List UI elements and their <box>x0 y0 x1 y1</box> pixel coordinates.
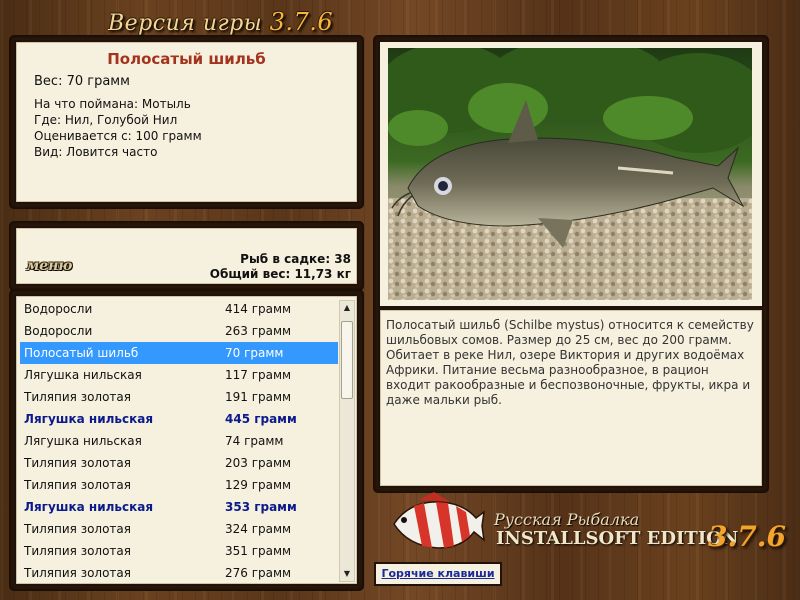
catch-list-row[interactable]: Лягушка нильская 353 грамм <box>20 496 338 518</box>
logo-fish-icon <box>390 490 486 558</box>
fish-value-threshold: Оценивается с: 100 грамм <box>34 129 202 143</box>
scroll-thumb[interactable] <box>341 321 353 399</box>
catch-item-name: Лягушка нильская <box>24 500 154 514</box>
catch-list-row[interactable]: Лягушка нильская 117 грамм <box>20 364 338 386</box>
catch-list-row[interactable]: Тиляпия золотая 191 грамм <box>20 386 338 408</box>
catch-item-weight: 191 грамм <box>225 390 292 404</box>
catch-list-row[interactable]: Тиляпия золотая 203 грамм <box>20 452 338 474</box>
fish-name: Полосатый шильб <box>107 50 266 68</box>
catch-item-weight: 324 грамм <box>225 522 292 536</box>
catch-item-name: Тиляпия золотая <box>24 390 131 404</box>
catch-item-name: Тиляпия золотая <box>24 456 131 470</box>
catch-list-row[interactable]: Тиляпия золотая 324 грамм <box>20 518 338 540</box>
fish-photo <box>388 48 752 300</box>
catch-list: Водоросли 414 грамм Водоросли 263 грамм Поло… <box>14 294 359 586</box>
catch-list-row[interactable]: Лягушка нильская 445 грамм <box>20 408 338 430</box>
fish-description-panel: Полосатый шильб (Schilbe mystus) относит… <box>378 308 764 488</box>
catch-item-name: Тиляпия золотая <box>24 544 131 558</box>
catch-item-weight: 351 грамм <box>225 544 292 558</box>
catch-item-weight: 263 грамм <box>225 324 292 338</box>
catch-list-scrollbar[interactable]: ▲ ▼ <box>339 300 355 582</box>
logo-title: Русская Рыбалка <box>494 510 640 529</box>
catch-list-row[interactable]: Водоросли 414 грамм <box>20 298 338 320</box>
keeper-panel: меню Рыб в садке: 38 Общий вес: 11,73 кг <box>14 226 359 286</box>
catch-item-weight: 129 грамм <box>225 478 292 492</box>
catch-item-weight: 203 грамм <box>225 456 292 470</box>
catch-item-weight: 445 грамм <box>225 412 297 426</box>
catch-item-name: Лягушка нильская <box>24 434 142 448</box>
fish-photo-image <box>388 48 752 300</box>
catch-item-name: Тиляпия золотая <box>24 522 131 536</box>
catch-list-row[interactable]: Тиляпия золотая 129 грамм <box>20 474 338 496</box>
fish-info-panel: Полосатый шильб Вес: 70 грамм На что пой… <box>14 40 359 204</box>
catch-item-weight: 353 грамм <box>225 500 297 514</box>
catch-item-name: Водоросли <box>24 324 93 338</box>
catch-item-weight: 276 грамм <box>225 566 292 580</box>
menu-button[interactable]: меню <box>26 258 86 278</box>
catch-item-weight: 117 грамм <box>225 368 292 382</box>
fish-bait: На что поймана: Мотыль <box>34 97 191 111</box>
fish-weight: Вес: 70 грамм <box>34 74 130 89</box>
scroll-up-icon[interactable]: ▲ <box>340 301 354 315</box>
fish-photo-frame <box>378 40 764 308</box>
catch-list-rows: Водоросли 414 грамм Водоросли 263 грамм Поло… <box>20 298 338 584</box>
catch-item-name: Лягушка нильская <box>24 412 154 426</box>
fish-location: Где: Нил, Голубой Нил <box>34 113 178 127</box>
scroll-down-icon[interactable]: ▼ <box>340 567 354 581</box>
logo-edition: INSTALLSOFT EDITION <box>496 528 739 549</box>
catch-item-name: Лягушка нильская <box>24 368 142 382</box>
catch-list-row[interactable]: Лягушка нильская 74 грамм <box>20 430 338 452</box>
catch-list-row[interactable]: Водоросли 263 грамм <box>20 320 338 342</box>
catch-item-weight: 74 грамм <box>225 434 284 448</box>
catch-item-weight: 414 грамм <box>225 302 292 316</box>
fish-description: Полосатый шильб (Schilbe mystus) относит… <box>386 318 754 407</box>
catch-item-weight: 70 грамм <box>225 346 284 360</box>
hotkeys-button[interactable]: Горячие клавиши <box>374 562 502 586</box>
catch-item-name: Водоросли <box>24 302 93 316</box>
total-weight: Общий вес: 11,73 кг <box>209 267 351 281</box>
fish-count: Рыб в садке: 38 <box>240 252 351 266</box>
version-label: Версия игры <box>108 11 263 36</box>
keeper-stats: Рыб в садке: 38 Общий вес: 11,73 кг <box>210 252 351 282</box>
fish-frequency: Вид: Ловится часто <box>34 145 158 159</box>
catch-list-row[interactable]: Тиляпия золотая 351 грамм <box>20 540 338 562</box>
catch-item-name: Полосатый шильб <box>24 346 139 360</box>
version-number: 3.7.6 <box>269 8 334 36</box>
catch-list-row[interactable]: Полосатый шильб 70 грамм <box>20 342 338 364</box>
catch-item-name: Тиляпия золотая <box>24 566 131 580</box>
catch-item-name: Тиляпия золотая <box>24 478 131 492</box>
catch-list-row[interactable]: Тиляпия золотая 276 грамм <box>20 562 338 584</box>
game-version-title: Версия игры 3.7.6 <box>108 8 333 36</box>
logo-version: 3.7.6 <box>708 520 786 553</box>
